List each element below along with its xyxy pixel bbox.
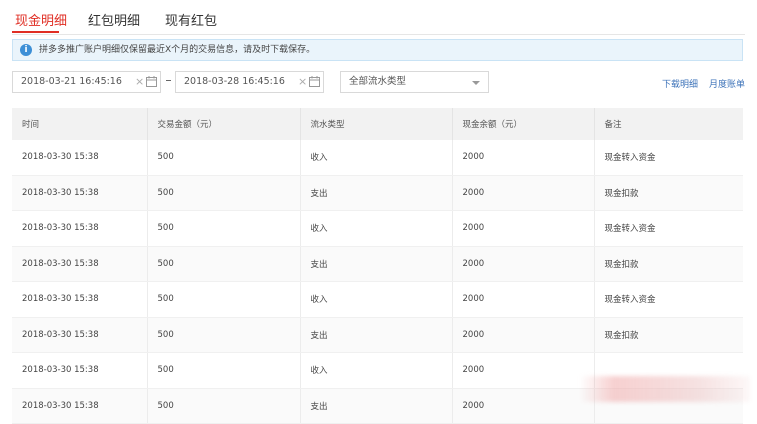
cell-time: 2018-03-30 15:38 — [12, 210, 148, 247]
download-detail-link[interactable]: 下载明细 — [662, 77, 698, 90]
cell-balance: 2000 — [452, 175, 595, 211]
clear-end-icon[interactable]: × — [298, 72, 307, 92]
cell-type: 支出 — [300, 388, 453, 424]
end-date-field[interactable]: 2018-03-28 16:45:16 × — [175, 71, 324, 93]
notice-text: 拼多多推广账户明细仅保留最近X个月的交易信息，请及时下载保存。 — [39, 45, 316, 55]
info-icon: i — [20, 44, 32, 56]
cell-remark: 现金转入资金 — [594, 281, 743, 318]
flow-type-select[interactable]: 全部流水类型 — [340, 71, 489, 93]
cell-type: 收入 — [300, 210, 453, 247]
cell-type: 支出 — [300, 246, 453, 282]
cell-balance: 2000 — [452, 352, 595, 389]
cell-remark: 现金扣款 — [594, 317, 743, 353]
cell-time: 2018-03-30 15:38 — [12, 352, 148, 389]
cell-type: 收入 — [300, 140, 453, 176]
monthly-bill-link[interactable]: 月度账单 — [709, 77, 745, 90]
cell-remark: 现金转入资金 — [594, 140, 743, 176]
col-header-balance: 现金余额（元） — [452, 108, 595, 140]
table-row: 2018-03-30 15:38 500 收入 2000 现金转入资金 — [12, 140, 743, 176]
col-header-type: 流水类型 — [300, 108, 453, 140]
cell-amount: 500 — [147, 140, 301, 176]
table-row: 2018-03-30 15:38 500 收入 2000 现金转入资金 — [12, 281, 743, 318]
cell-remark: 现金扣款 — [594, 175, 743, 211]
cell-balance: 2000 — [452, 140, 595, 176]
cell-time: 2018-03-30 15:38 — [12, 246, 148, 282]
table-row: 2018-03-30 15:38 500 支出 2000 现金扣款 — [12, 317, 743, 353]
cell-remark: 现金扣款 — [594, 246, 743, 282]
cell-time: 2018-03-30 15:38 — [12, 281, 148, 318]
chevron-down-icon — [472, 81, 480, 85]
col-header-amount: 交易金额（元） — [147, 108, 301, 140]
cell-time: 2018-03-30 15:38 — [12, 140, 148, 176]
cell-type: 支出 — [300, 317, 453, 353]
cell-amount: 500 — [147, 281, 301, 318]
cell-balance: 2000 — [452, 281, 595, 318]
cell-type: 支出 — [300, 175, 453, 211]
watermark-blur — [580, 376, 750, 402]
table-row: 2018-03-30 15:38 500 支出 2000 现金扣款 — [12, 175, 743, 211]
tab-redpacket-detail[interactable]: 红包明细 — [88, 10, 140, 29]
cell-time: 2018-03-30 15:38 — [12, 317, 148, 353]
calendar-icon[interactable] — [146, 76, 157, 87]
notice-banner: i 拼多多推广账户明细仅保留最近X个月的交易信息，请及时下载保存。 — [12, 39, 743, 61]
tab-cash-detail[interactable]: 现金明细 — [15, 10, 67, 29]
table-row: 2018-03-30 15:38 500 收入 2000 现金转入资金 — [12, 210, 743, 247]
cell-time: 2018-03-30 15:38 — [12, 388, 148, 424]
end-date-value: 2018-03-28 16:45:16 — [184, 76, 285, 87]
tab-bar: 现金明细 红包明细 现有红包 — [12, 0, 745, 35]
cell-amount: 500 — [147, 317, 301, 353]
date-range-separator — [166, 80, 171, 81]
cell-balance: 2000 — [452, 246, 595, 282]
cell-amount: 500 — [147, 246, 301, 282]
clear-start-icon[interactable]: × — [135, 72, 144, 92]
cell-amount: 500 — [147, 210, 301, 247]
active-tab-indicator — [12, 31, 59, 33]
cell-type: 收入 — [300, 281, 453, 318]
cell-type: 收入 — [300, 352, 453, 389]
cell-amount: 500 — [147, 352, 301, 389]
cell-balance: 2000 — [452, 210, 595, 247]
cell-balance: 2000 — [452, 388, 595, 424]
flow-type-value: 全部流水类型 — [349, 76, 407, 87]
calendar-icon[interactable] — [309, 76, 320, 87]
table-header-row: 时间 交易金额（元） 流水类型 现金余额（元） 备注 — [12, 108, 743, 140]
cell-amount: 500 — [147, 175, 301, 211]
cell-time: 2018-03-30 15:38 — [12, 175, 148, 211]
col-header-remark: 备注 — [594, 108, 743, 140]
start-date-value: 2018-03-21 16:45:16 — [21, 76, 122, 87]
start-date-field[interactable]: 2018-03-21 16:45:16 × — [12, 71, 161, 93]
cell-balance: 2000 — [452, 317, 595, 353]
cell-remark: 现金转入资金 — [594, 210, 743, 247]
table-row: 2018-03-30 15:38 500 支出 2000 现金扣款 — [12, 246, 743, 282]
cell-amount: 500 — [147, 388, 301, 424]
tab-current-redpacket[interactable]: 现有红包 — [165, 10, 217, 29]
col-header-time: 时间 — [12, 108, 148, 140]
